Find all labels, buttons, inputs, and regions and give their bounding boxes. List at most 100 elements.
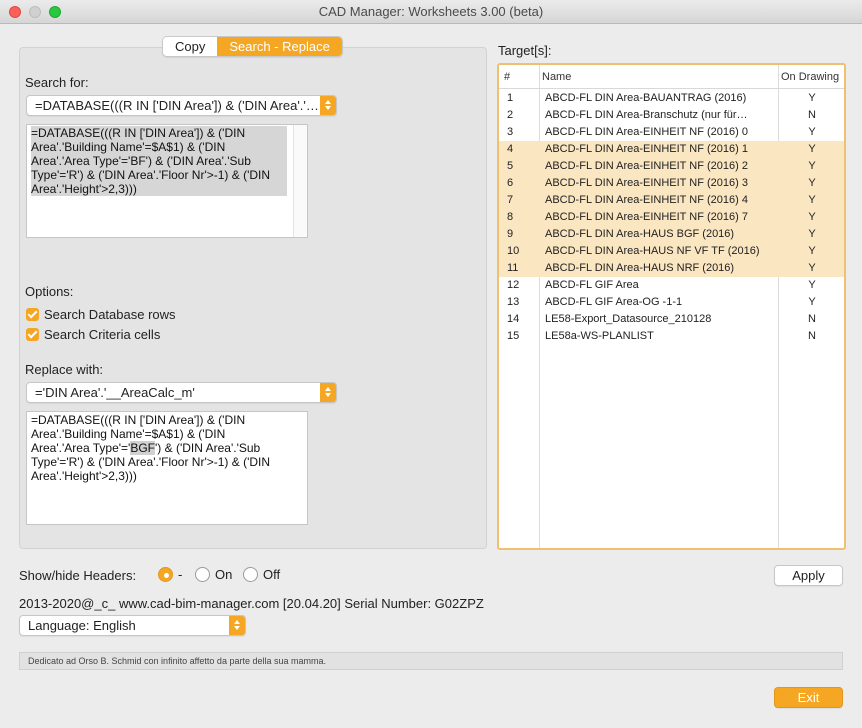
- row-number: 4: [507, 143, 514, 155]
- replace-text-line: Type'='R') & ('DIN Area'.'Floor Nr'>-1) …: [31, 455, 271, 469]
- row-number: 5: [507, 160, 514, 172]
- row-name: ABCD-FL DIN Area-EINHEIT NF (2016) 1: [545, 143, 748, 155]
- replace-text-line: Area'.'Area Type'='BGF') & ('DIN Area'.'…: [31, 441, 303, 455]
- search-criteria-cells-label: Search Criteria cells: [44, 327, 161, 342]
- replace-with-text[interactable]: =DATABASE(((R IN ['DIN Area']) & ('DIN A…: [26, 411, 308, 525]
- row-on-drawing: Y: [808, 211, 816, 223]
- exit-button[interactable]: Exit: [774, 687, 843, 708]
- row-number: 14: [507, 313, 520, 325]
- row-name: ABCD-FL DIN Area-EINHEIT NF (2016) 0: [545, 126, 748, 138]
- title-bar: CAD Manager: Worksheets 3.00 (beta): [0, 0, 862, 24]
- search-text-line: Type'='R') & ('DIN Area'.'Floor Nr'>-1) …: [31, 168, 271, 182]
- replace-text-fragment: ') & ('DIN Area'.'Sub: [155, 441, 261, 455]
- table-row[interactable]: 7 ABCD-FL DIN Area-EINHEIT NF (2016) 4 Y: [499, 192, 844, 209]
- replace-with-label: Replace with:: [25, 362, 104, 377]
- table-row[interactable]: 8 ABCD-FL DIN Area-EINHEIT NF (2016) 7 Y: [499, 209, 844, 226]
- language-combo[interactable]: Language: English: [19, 615, 246, 636]
- row-on-drawing: Y: [808, 92, 816, 104]
- table-header: # Name On Drawing: [499, 65, 844, 89]
- window-title: CAD Manager: Worksheets 3.00 (beta): [318, 4, 544, 19]
- row-number: 11: [507, 262, 519, 274]
- search-for-combo-value: =DATABASE(((R IN ['DIN Area']) & ('DIN A…: [35, 98, 319, 113]
- replace-with-combo-value: ='DIN Area'.'__AreaCalc_m': [35, 385, 195, 400]
- radio-unselected-icon[interactable]: [195, 567, 210, 582]
- search-db-rows-option[interactable]: Search Database rows: [26, 307, 176, 322]
- targets-label: Target[s]:: [498, 43, 552, 58]
- table-row[interactable]: 14 LE58-Export_Datasource_210128 N: [499, 311, 844, 328]
- chevron-updown-icon[interactable]: [229, 616, 245, 635]
- radio-unselected-icon[interactable]: [243, 567, 258, 582]
- table-row[interactable]: 2 ABCD-FL DIN Area-Branschutz (nur für… N: [499, 107, 844, 124]
- scrollbar[interactable]: [293, 125, 307, 237]
- row-name: ABCD-FL DIN Area-HAUS BGF (2016): [545, 228, 735, 240]
- row-name: ABCD-FL DIN Area-EINHEIT NF (2016) 2: [545, 160, 748, 172]
- row-number: 6: [507, 177, 514, 189]
- table-body: 1 ABCD-FL DIN Area-BAUANTRAG (2016) Y 2 ABCD…: [499, 90, 844, 345]
- tab-copy[interactable]: Copy: [163, 37, 218, 56]
- table-row[interactable]: 4 ABCD-FL DIN Area-EINHEIT NF (2016) 1 Y: [499, 141, 844, 158]
- table-row[interactable]: 1 ABCD-FL DIN Area-BAUANTRAG (2016) Y: [499, 90, 844, 107]
- dedication-bar: Dedicato ad Orso B. Schmid con infinito …: [19, 652, 843, 670]
- row-on-drawing: Y: [808, 279, 816, 291]
- row-number: 12: [507, 279, 520, 291]
- replace-text-line: Area'.'Building Name'=$A$1) & ('DIN: [31, 427, 226, 441]
- row-on-drawing: Y: [808, 160, 816, 172]
- replace-highlight-match: BGF: [130, 441, 156, 455]
- radio-selected-icon[interactable]: [158, 567, 173, 582]
- row-on-drawing: N: [808, 330, 816, 342]
- table-row[interactable]: 10 ABCD-FL DIN Area-HAUS NF VF TF (2016) Y: [499, 243, 844, 260]
- headers-option-on[interactable]: On: [195, 567, 232, 582]
- row-on-drawing: Y: [808, 143, 816, 155]
- checkbox-checked-icon[interactable]: [26, 328, 39, 341]
- tab-search-replace[interactable]: Search - Replace: [217, 37, 342, 56]
- search-text-line: Area'.'Height'>2,3))): [31, 182, 137, 196]
- headers-option-dash[interactable]: -: [158, 567, 182, 582]
- column-header-name[interactable]: Name: [542, 71, 571, 83]
- options-label: Options:: [25, 284, 74, 299]
- chevron-updown-icon[interactable]: [320, 96, 336, 115]
- row-number: 15: [507, 330, 520, 342]
- table-row[interactable]: 15 LE58a-WS-PLANLIST N: [499, 328, 844, 345]
- dedication-text: Dedicato ad Orso B. Schmid con infinito …: [28, 656, 326, 666]
- replace-text-line: =DATABASE(((R IN ['DIN Area']) & ('DIN: [31, 413, 246, 427]
- targets-table[interactable]: # Name On Drawing 1 ABCD-FL DIN Area-BAUA…: [497, 63, 846, 550]
- row-number: 10: [507, 245, 520, 257]
- row-name: ABCD-FL DIN Area-HAUS NF VF TF (2016): [545, 245, 760, 257]
- row-name: ABCD-FL DIN Area-HAUS NRF (2016): [545, 262, 735, 274]
- apply-button[interactable]: Apply: [774, 565, 843, 586]
- row-number: 2: [507, 109, 514, 121]
- search-for-combo[interactable]: =DATABASE(((R IN ['DIN Area']) & ('DIN A…: [26, 95, 337, 116]
- show-hide-headers-label: Show/hide Headers:: [19, 568, 137, 583]
- row-number: 8: [507, 211, 514, 223]
- table-row[interactable]: 11 ABCD-FL DIN Area-HAUS NRF (2016) Y: [499, 260, 844, 277]
- table-row[interactable]: 5 ABCD-FL DIN Area-EINHEIT NF (2016) 2 Y: [499, 158, 844, 175]
- headers-option-off[interactable]: Off: [243, 567, 280, 582]
- row-on-drawing: N: [808, 109, 816, 121]
- row-number: 7: [507, 194, 514, 206]
- table-row[interactable]: 3 ABCD-FL DIN Area-EINHEIT NF (2016) 0 Y: [499, 124, 844, 141]
- row-number: 13: [507, 296, 520, 308]
- replace-with-combo[interactable]: ='DIN Area'.'__AreaCalc_m': [26, 382, 337, 403]
- row-name: ABCD-FL DIN Area-EINHEIT NF (2016) 4: [545, 194, 748, 206]
- checkbox-checked-icon[interactable]: [26, 308, 39, 321]
- row-on-drawing: Y: [808, 296, 816, 308]
- row-on-drawing: Y: [808, 228, 816, 240]
- column-header-on-drawing[interactable]: On Drawing: [781, 71, 839, 83]
- table-row[interactable]: 13 ABCD-FL GIF Area-OG -1-1 Y: [499, 294, 844, 311]
- table-row[interactable]: 12 ABCD-FL GIF Area Y: [499, 277, 844, 294]
- search-db-rows-label: Search Database rows: [44, 307, 176, 322]
- table-row[interactable]: 6 ABCD-FL DIN Area-EINHEIT NF (2016) 3 Y: [499, 175, 844, 192]
- row-name: LE58-Export_Datasource_210128: [545, 313, 712, 325]
- chevron-updown-icon[interactable]: [320, 383, 336, 402]
- search-text-line: Area'.'Area Type'='BF') & ('DIN Area'.'S…: [31, 154, 251, 168]
- column-header-num[interactable]: #: [504, 71, 510, 83]
- row-number: 1: [507, 92, 514, 104]
- table-row[interactable]: 9 ABCD-FL DIN Area-HAUS BGF (2016) Y: [499, 226, 844, 243]
- row-number: 3: [507, 126, 514, 138]
- row-name: LE58a-WS-PLANLIST: [545, 330, 654, 342]
- row-name: ABCD-FL DIN Area-EINHEIT NF (2016) 7: [545, 211, 748, 223]
- row-on-drawing: Y: [808, 262, 816, 274]
- search-for-text[interactable]: =DATABASE(((R IN ['DIN Area']) & ('DIN A…: [26, 124, 308, 238]
- search-criteria-cells-option[interactable]: Search Criteria cells: [26, 327, 160, 342]
- row-on-drawing: N: [808, 313, 816, 325]
